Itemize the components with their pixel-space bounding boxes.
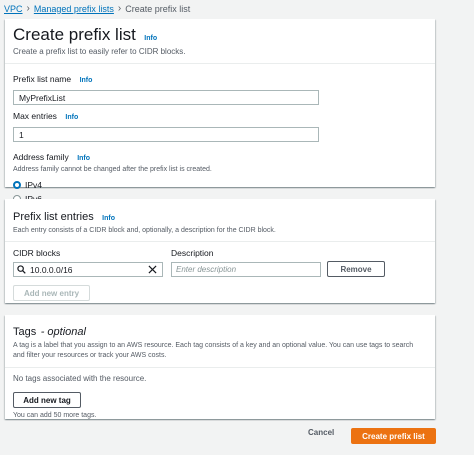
- create-prefix-list-button[interactable]: Create prefix list: [351, 428, 436, 444]
- tags-description: A tag is a label that you assign to an A…: [13, 342, 414, 359]
- cidr-block-value: 10.0.0.0/16: [30, 264, 73, 275]
- page-subtitle: Create a prefix list to easily refer to …: [13, 47, 186, 56]
- max-entries-info-link[interactable]: Info: [65, 114, 78, 121]
- radio-ipv4[interactable]: IPv4: [13, 178, 427, 191]
- prefix-list-name-info-link[interactable]: Info: [80, 77, 93, 84]
- breadcrumb-current: Create prefix list: [125, 3, 191, 14]
- address-family-info-link[interactable]: Info: [77, 155, 90, 162]
- breadcrumb-vpc[interactable]: VPC: [4, 4, 23, 14]
- prefix-list-name-label: Prefix list name: [13, 74, 72, 84]
- address-family-label: Address family: [13, 152, 69, 162]
- description-label: Description: [171, 248, 214, 258]
- prefix-list-settings-panel: Create prefix list Info Create a prefix …: [5, 19, 435, 204]
- entries-title: Prefix list entries: [13, 211, 94, 223]
- add-new-entry-button[interactable]: Add new entry: [13, 285, 90, 301]
- radio-ipv4-control[interactable]: [13, 180, 21, 189]
- address-family-description: Address family cannot be changed after t…: [13, 166, 212, 173]
- tags-title: Tags: [13, 326, 37, 338]
- prefix-list-entries-panel: Prefix list entries Info Each entry cons…: [5, 199, 435, 303]
- chevron-right-icon: ›: [26, 3, 30, 14]
- max-entries-input[interactable]: 1: [13, 127, 319, 142]
- cidr-block-input[interactable]: 10.0.0.0/16: [13, 262, 163, 277]
- breadcrumb-managed-prefix-lists[interactable]: Managed prefix lists: [34, 4, 114, 14]
- tags-panel: Tags - optional A tag is a label that yo…: [5, 315, 435, 419]
- cancel-button[interactable]: Cancel: [308, 428, 334, 437]
- description-placeholder: Enter description: [176, 265, 237, 274]
- title-info-link[interactable]: Info: [144, 35, 157, 42]
- entries-info-link[interactable]: Info: [102, 215, 115, 222]
- remove-entry-button[interactable]: Remove: [327, 261, 385, 277]
- prefix-list-name-input[interactable]: MyPrefixList: [13, 90, 319, 105]
- radio-ipv4-label: IPv4: [25, 179, 43, 190]
- add-new-tag-button[interactable]: Add new tag: [13, 392, 81, 408]
- tags-limit-text: You can add 50 more tags.: [13, 412, 97, 419]
- tags-optional-label: - optional: [40, 326, 86, 338]
- description-input[interactable]: Enter description: [171, 262, 321, 277]
- no-tags-message: No tags associated with the resource.: [13, 374, 147, 383]
- clear-icon[interactable]: [148, 265, 157, 274]
- max-entries-label: Max entries: [13, 111, 57, 121]
- page-title: Create prefix list: [13, 25, 136, 44]
- cidr-blocks-label: CIDR blocks: [13, 248, 61, 258]
- chevron-right-icon: ›: [117, 3, 122, 14]
- entries-description: Each entry consists of a CIDR block and,…: [13, 227, 276, 234]
- search-icon: [17, 265, 26, 274]
- breadcrumb: VPC › Managed prefix lists › Create pref…: [4, 3, 190, 14]
